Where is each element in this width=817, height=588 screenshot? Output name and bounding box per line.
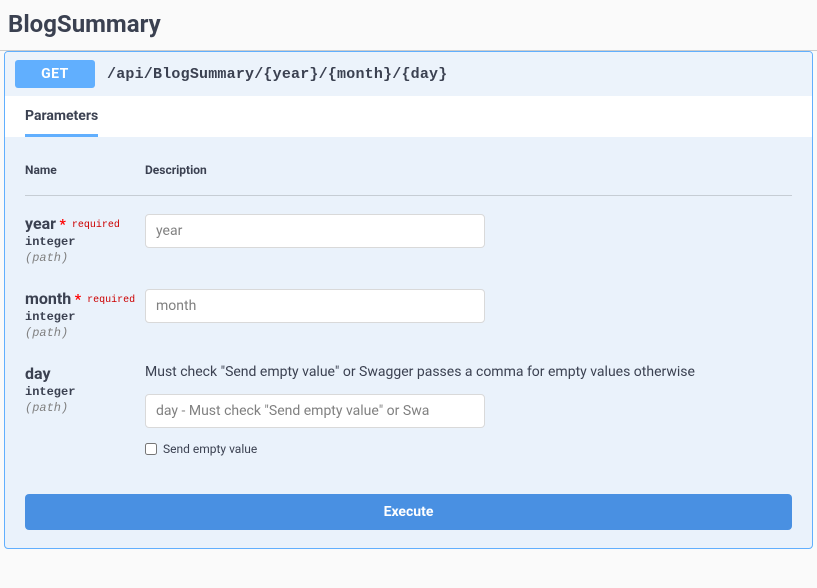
param-name-text: month	[25, 289, 71, 308]
column-header-description: Description	[145, 163, 792, 196]
table-row: day integer (path) Must check "Send empty v…	[25, 346, 792, 462]
param-name: day	[25, 364, 145, 383]
tabs-bar: Parameters	[5, 96, 812, 137]
execute-row: Execute	[5, 480, 812, 548]
send-empty-label: Send empty value	[163, 442, 257, 456]
param-desc-cell	[145, 196, 792, 272]
param-name-text: year	[25, 214, 56, 233]
required-star-icon: *	[71, 292, 81, 308]
param-name-text: day	[25, 364, 51, 383]
parameters-table: Name Description year * required integer (…	[25, 163, 792, 462]
required-star-icon: *	[56, 217, 66, 233]
required-label: required	[85, 295, 135, 306]
param-description: Must check "Send empty value" or Swagger…	[145, 364, 792, 380]
param-name: year * required	[25, 214, 145, 233]
day-input[interactable]	[145, 394, 485, 428]
operation-path: /api/BlogSummary/{year}/{month}/{day}	[107, 66, 447, 83]
required-label: required	[70, 220, 120, 231]
table-row: month * required integer (path)	[25, 271, 792, 346]
param-name: month * required	[25, 289, 145, 308]
send-empty-checkbox[interactable]	[145, 443, 157, 455]
page-title: BlogSummary	[0, 0, 817, 50]
method-badge: GET	[15, 60, 95, 88]
parameters-body: Name Description year * required integer (…	[5, 137, 812, 480]
param-desc-cell	[145, 271, 792, 346]
param-name-cell: year * required integer (path)	[25, 196, 145, 272]
year-input[interactable]	[145, 214, 485, 248]
operation-block: GET /api/BlogSummary/{year}/{month}/{day…	[4, 51, 813, 549]
param-in: (path)	[25, 251, 145, 265]
param-in: (path)	[25, 401, 145, 415]
param-type: integer	[25, 385, 145, 399]
column-header-name: Name	[25, 163, 145, 196]
param-desc-cell: Must check "Send empty value" or Swagger…	[145, 346, 792, 462]
month-input[interactable]	[145, 289, 485, 323]
param-name-cell: month * required integer (path)	[25, 271, 145, 346]
tab-parameters[interactable]: Parameters	[25, 108, 98, 137]
param-name-cell: day integer (path)	[25, 346, 145, 462]
operation-header[interactable]: GET /api/BlogSummary/{year}/{month}/{day…	[5, 52, 812, 96]
param-in: (path)	[25, 326, 145, 340]
param-type: integer	[25, 235, 145, 249]
table-row: year * required integer (path)	[25, 196, 792, 272]
param-type: integer	[25, 310, 145, 324]
execute-button[interactable]: Execute	[25, 494, 792, 530]
send-empty-row[interactable]: Send empty value	[145, 442, 792, 456]
